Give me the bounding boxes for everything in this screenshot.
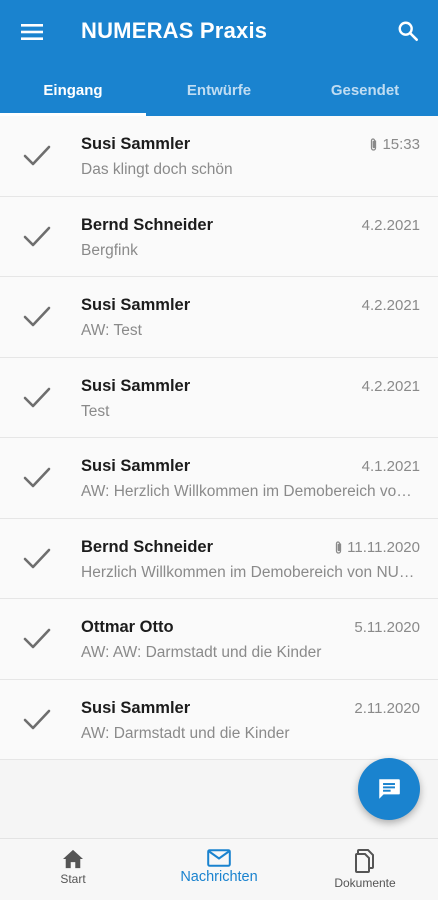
home-icon [63, 849, 83, 869]
checkmark-icon [23, 709, 51, 729]
message-subject: Test [81, 402, 110, 420]
message-meta: 4.2.2021 [362, 217, 420, 234]
message-date: 2.11.2020 [354, 699, 420, 717]
tab-gesendet[interactable]: Gesendet [292, 64, 438, 116]
message-meta: 2.11.2020 [354, 700, 420, 717]
message-meta: 4.2.2021 [362, 297, 420, 314]
message-subject: AW: Herzlich Willkommen im Demobereich v… [81, 483, 419, 500]
message-meta: 15:33 [369, 136, 420, 153]
nav-nachrichten[interactable]: Nachrichten [146, 839, 292, 900]
search-icon [398, 21, 418, 41]
message-sender: Susi Sammler [81, 135, 191, 153]
nav-start[interactable]: Start [0, 839, 146, 900]
checkmark-icon [23, 226, 51, 246]
search-button[interactable] [390, 13, 426, 49]
message-row[interactable]: Susi Sammler 4.2.2021 Test [0, 357, 438, 438]
message-meta: 4.2.2021 [362, 378, 420, 395]
message-date: 15:33 [382, 136, 420, 153]
message-subject: Bergfink [81, 241, 138, 259]
message-meta: 5.11.2020 [354, 619, 420, 636]
nav-label: Dokumente [334, 876, 396, 890]
checkmark-icon [23, 628, 51, 649]
compose-button[interactable] [358, 758, 420, 820]
tab-eingang[interactable]: Eingang [0, 64, 146, 116]
message-subject: Herzlich Willkommen im Demobereich von N… [81, 563, 419, 581]
message-sender: Susi Sammler [81, 457, 191, 475]
message-date: 4.2.2021 [361, 297, 420, 314]
nav-label: Nachrichten [180, 869, 258, 885]
checkmark-icon [23, 306, 51, 327]
message-sender: Susi Sammler [81, 296, 191, 314]
bottom-navigation: Start Nachrichten Dokumente [0, 838, 438, 900]
compose-message-icon [379, 779, 400, 799]
message-sender: Ottmar Otto [81, 618, 174, 636]
documents-icon [355, 849, 374, 873]
app-title: NUMERAS Praxis [81, 18, 268, 43]
message-row[interactable]: Ottmar Otto 5.11.2020 AW: AW: Darmstadt … [0, 599, 438, 680]
message-row[interactable]: Susi Sammler 15:33 Das klingt doch schön [0, 116, 438, 197]
message-row[interactable]: Susi Sammler 4.1.2021 AW: Herzlich Willk… [0, 438, 438, 519]
message-date: 4.2.2021 [361, 377, 420, 395]
message-date: 4.1.2021 [361, 458, 420, 475]
attachment-icon [335, 540, 342, 554]
message-row[interactable]: Bernd Schneider 4.2.2021 Bergfink [0, 196, 438, 277]
hamburger-menu-icon [21, 24, 43, 40]
message-sender: Bernd Schneider [81, 537, 214, 556]
app-bar: NUMERAS Praxis Eingang Entwürfe Gesendet [0, 0, 438, 116]
attachment-icon [371, 138, 377, 151]
checkmark-icon [23, 548, 51, 568]
message-subject: AW: Darmstadt und die Kinder [81, 724, 290, 742]
menu-button[interactable] [14, 14, 50, 50]
nav-dokumente[interactable]: Dokumente [292, 839, 438, 900]
message-date: 4.2.2021 [361, 216, 420, 234]
message-row[interactable]: Susi Sammler 4.2.2021 AW: Test [0, 277, 438, 358]
message-subject: AW: Test [81, 322, 142, 339]
message-row[interactable]: Bernd Schneider 11.11.2020 Herzlich Will… [0, 518, 438, 599]
tab-entwuerfe[interactable]: Entwürfe [146, 64, 292, 116]
message-sender: Susi Sammler [81, 698, 191, 717]
checkmark-icon [23, 467, 51, 488]
message-date: 11.11.2020 [347, 538, 420, 556]
message-subject: AW: AW: Darmstadt und die Kinder [81, 644, 322, 661]
nav-label: Start [60, 872, 86, 886]
checkmark-icon [23, 145, 51, 166]
message-subject: Das klingt doch schön [81, 161, 233, 178]
tab-bar: Eingang Entwürfe Gesendet [0, 64, 438, 116]
message-date: 5.11.2020 [354, 619, 420, 636]
message-meta: 11.11.2020 [334, 539, 420, 556]
mail-icon [207, 849, 231, 867]
message-meta: 4.1.2021 [362, 458, 420, 475]
message-sender: Bernd Schneider [81, 215, 214, 234]
message-sender: Susi Sammler [81, 376, 191, 395]
message-row[interactable]: Susi Sammler 2.11.2020 AW: Darmstadt und… [0, 679, 438, 760]
checkmark-icon [23, 387, 51, 407]
message-list: Susi Sammler 15:33 Das klingt doch schön… [0, 116, 438, 760]
